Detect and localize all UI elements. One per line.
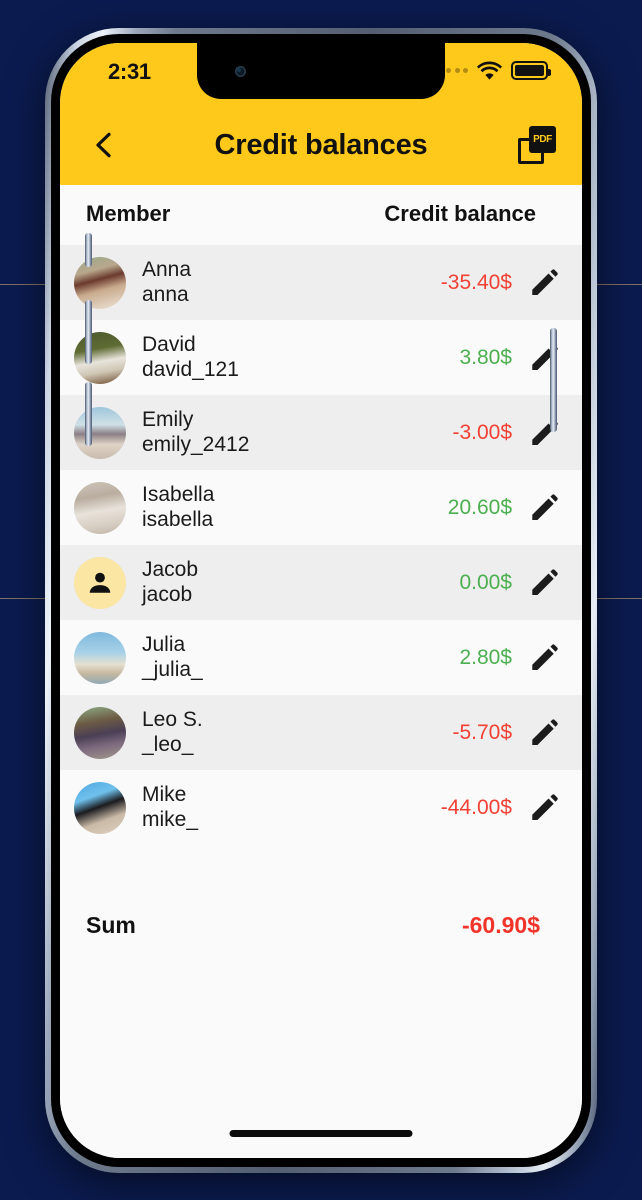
home-indicator[interactable] [229, 1130, 413, 1137]
table-row[interactable]: Emily emily_2412 -3.00$ [60, 395, 582, 470]
credit-balance-value: 3.80$ [459, 345, 512, 369]
sum-value: -60.90$ [461, 911, 540, 938]
display-notch [197, 43, 445, 99]
member-handle: mike_ [142, 807, 199, 831]
member-handle: _leo_ [142, 732, 194, 756]
volume-up-button[interactable] [85, 300, 92, 364]
member-handle: emily_2412 [142, 432, 250, 456]
front-camera-icon [235, 66, 246, 77]
avatar [74, 481, 126, 534]
table-row[interactable]: Anna anna -35.40$ [60, 245, 582, 320]
member-display-name: David [142, 332, 196, 356]
volume-down-button[interactable] [85, 382, 92, 446]
credit-balance-value: -5.70$ [452, 720, 512, 744]
member-display-name: Julia [142, 632, 186, 656]
member-names: David david_121 [142, 333, 459, 383]
status-bar-clock: 2:31 [108, 59, 151, 84]
member-names: Jacob jacob [142, 558, 459, 608]
table-header: Member Credit balance [60, 185, 582, 245]
credit-balance-value: -44.00$ [440, 795, 512, 819]
member-names: Julia _julia_ [142, 633, 459, 683]
battery-full-icon [511, 61, 551, 80]
chevron-left-icon [96, 132, 111, 158]
member-handle: isabella [142, 507, 214, 531]
credit-balance-value: 2.80$ [459, 645, 512, 669]
credit-balance-value: -35.40$ [440, 270, 512, 294]
status-bar-indicators [437, 61, 551, 80]
member-handle: anna [142, 282, 189, 306]
table-row[interactable]: Isabella isabella 20.60$ [60, 470, 582, 545]
avatar [74, 256, 126, 309]
member-handle: _julia_ [142, 657, 203, 681]
avatar [74, 706, 126, 759]
avatar [74, 556, 126, 609]
member-names: Emily emily_2412 [142, 408, 452, 458]
member-balance-list: Anna anna -35.40$ David david_121 3.80$ Emily e… [60, 245, 582, 845]
member-handle: jacob [142, 582, 193, 606]
person-placeholder-icon [74, 556, 126, 609]
member-handle: david_121 [142, 357, 239, 381]
power-button[interactable] [550, 328, 557, 432]
member-display-name: Isabella [142, 482, 215, 506]
column-header-member: Member [86, 201, 171, 226]
back-button[interactable] [86, 127, 122, 163]
page-title: Credit balances [214, 128, 428, 161]
member-names: Isabella isabella [142, 483, 448, 533]
table-row[interactable]: Jacob jacob 0.00$ [60, 545, 582, 620]
credit-balance-value: -3.00$ [452, 420, 512, 444]
phone-screen: 2:31 Credit balances PDF Member Credit b… [60, 43, 582, 1158]
member-display-name: Anna [142, 257, 192, 281]
member-names: Leo S. _leo_ [142, 708, 452, 758]
member-display-name: Leo S. [142, 707, 203, 731]
member-names: Mike mike_ [142, 783, 441, 833]
table-row[interactable]: Mike mike_ -44.00$ [60, 770, 582, 845]
member-names: Anna anna [142, 258, 441, 308]
member-display-name: Mike [142, 782, 187, 806]
export-pdf-button[interactable]: PDF [518, 126, 556, 164]
silent-switch-button[interactable] [85, 233, 92, 267]
pdf-export-icon: PDF [529, 126, 556, 153]
member-display-name: Emily [142, 407, 194, 431]
credit-balance-value: 0.00$ [459, 570, 512, 594]
avatar [74, 781, 126, 834]
avatar [74, 331, 126, 384]
pdf-label: PDF [533, 133, 552, 145]
table-row[interactable]: David david_121 3.80$ [60, 320, 582, 395]
wifi-icon [477, 61, 502, 80]
table-row[interactable]: Leo S. _leo_ -5.70$ [60, 695, 582, 770]
phone-device-frame: 2:31 Credit balances PDF Member Credit b… [45, 28, 597, 1173]
sum-row: Sum -60.90$ [60, 889, 582, 961]
empty-space [60, 961, 582, 1158]
pencil-icon[interactable] [528, 267, 560, 299]
pencil-icon[interactable] [528, 642, 560, 674]
pencil-icon[interactable] [528, 717, 560, 749]
avatar [74, 406, 126, 459]
table-row[interactable]: Julia _julia_ 2.80$ [60, 620, 582, 695]
column-header-credit-balance: Credit balance [384, 201, 536, 226]
pencil-icon[interactable] [528, 492, 560, 524]
pencil-icon[interactable] [528, 792, 560, 824]
phone-bezel: 2:31 Credit balances PDF Member Credit b… [51, 34, 591, 1167]
navigation-bar: Credit balances PDF [60, 105, 582, 185]
pencil-icon[interactable] [528, 567, 560, 599]
credit-balance-value: 20.60$ [447, 495, 512, 519]
sum-label: Sum [86, 911, 136, 938]
avatar [74, 631, 126, 684]
member-display-name: Jacob [142, 557, 199, 581]
